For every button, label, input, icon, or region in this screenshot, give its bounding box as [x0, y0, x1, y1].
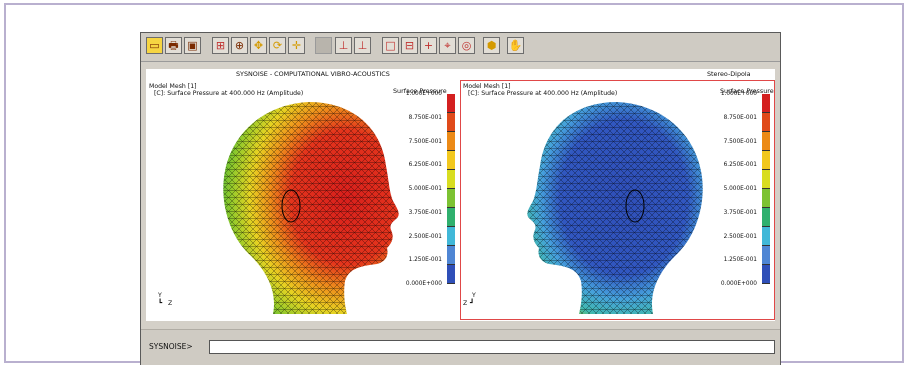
app-title: SYSNOISE - COMPUTATIONAL VIBRO-ACOUSTICS — [236, 70, 390, 78]
legend-ticks-left: 1.000E+000 8.750E-001 7.500E-001 6.250E-001… — [398, 90, 448, 290]
nodes-icon[interactable]: ◎ — [458, 37, 475, 54]
legend-swatch-right — [762, 189, 770, 208]
legend-tick-right: 8.750E-001 — [723, 114, 757, 121]
legend-swatch-right — [762, 132, 770, 151]
frame-icon[interactable]: □ — [382, 37, 399, 54]
legend-swatch-left — [447, 265, 455, 284]
legend-swatch-left — [447, 94, 455, 113]
axis-y-right: Y — [472, 292, 476, 299]
grid-icon[interactable]: ⊟ — [401, 37, 418, 54]
legend-tick-left: 1.000E+000 — [405, 91, 442, 97]
legend-tick-left: 7.500E-001 — [408, 138, 442, 145]
legend-swatch-right — [762, 170, 770, 189]
separator-icon[interactable] — [315, 37, 332, 54]
model-name-label: Stereo-Dipola — [707, 70, 751, 78]
legend-swatch-left — [447, 208, 455, 227]
axis-mark-right: ┛ — [470, 299, 475, 307]
hand-icon[interactable]: ✋ — [507, 37, 524, 54]
axis-icon[interactable]: ⊥ — [335, 37, 352, 54]
color-legend-right — [762, 94, 770, 284]
zoom-region-icon[interactable]: ⊞ — [212, 37, 229, 54]
command-bar: SYSNOISE> — [141, 329, 780, 365]
legend-tick-right: 2.500E-001 — [723, 233, 757, 240]
plus-icon[interactable]: + — [420, 37, 437, 54]
legend-swatch-right — [762, 265, 770, 284]
axis-y-left: Y — [158, 292, 162, 299]
legend-tick-left: 5.000E-001 — [408, 186, 442, 192]
legend-ticks-right: 1.000E+000 8.750E-001 7.500E-001 6.250E-001… — [713, 90, 763, 290]
legend-swatch-left — [447, 151, 455, 170]
model-mesh-label-left: Model Mesh [1] — [149, 83, 197, 90]
select-icon[interactable]: ▭ — [146, 37, 163, 54]
zoom-icon[interactable]: ⊕ — [231, 37, 248, 54]
axis-alt-icon[interactable]: ⊥ — [354, 37, 371, 54]
axis-mark-left: ┗ — [158, 299, 163, 307]
command-prompt: SYSNOISE> — [149, 342, 193, 351]
toolbar: ▭ 🖶 ▣ ⊞ ⊕ ✥ ⟳ ✛ ⊥ ⊥ □ ⊟ + ⌖ ◎ ⬢ ✋ — [141, 33, 780, 62]
model-mesh-label-right: Model Mesh [1] — [463, 83, 511, 90]
legend-tick-left: 6.250E-001 — [408, 162, 442, 169]
pan-icon[interactable]: ✥ — [250, 37, 267, 54]
legend-swatch-right — [762, 227, 770, 246]
legend-tick-right: 3.750E-001 — [723, 209, 757, 216]
app-window: ▭ 🖶 ▣ ⊞ ⊕ ✥ ⟳ ✛ ⊥ ⊥ □ ⊟ + ⌖ ◎ ⬢ ✋ SYSNOISE - COMPUTATION… — [140, 32, 781, 365]
legend-tick-left: 0.000E+000 — [405, 281, 442, 287]
rotate-icon[interactable]: ⟳ — [269, 37, 286, 54]
legend-tick-right: 6.250E-001 — [723, 162, 757, 169]
legend-swatch-left — [447, 189, 455, 208]
legend-swatch-left — [447, 246, 455, 265]
center-icon[interactable]: ✛ — [288, 37, 305, 54]
color-legend-left — [447, 94, 455, 284]
legend-swatch-right — [762, 94, 770, 113]
head-mesh-left — [223, 102, 399, 314]
legend-tick-right: 5.000E-001 — [723, 186, 757, 192]
legend-swatch-left — [447, 227, 455, 246]
legend-tick-left: 1.250E-001 — [408, 257, 442, 264]
legend-tick-left: 2.500E-001 — [408, 233, 442, 240]
legend-tick-right: 1.000E+000 — [720, 91, 757, 97]
legend-tick-left: 8.750E-001 — [408, 114, 442, 121]
legend-tick-left: 3.750E-001 — [408, 209, 442, 216]
legend-tick-right: 1.250E-001 — [723, 257, 757, 264]
legend-swatch-right — [762, 246, 770, 265]
legend-swatch-left — [447, 132, 455, 151]
legend-swatch-right — [762, 151, 770, 170]
legend-swatch-left — [447, 170, 455, 189]
legend-swatch-right — [762, 113, 770, 132]
axis-z-right: Z — [463, 300, 468, 307]
axis-z-left: Z — [168, 300, 173, 307]
cursor-icon[interactable]: ⌖ — [439, 37, 456, 54]
command-input[interactable] — [209, 340, 775, 354]
legend-swatch-left — [447, 113, 455, 132]
head-mesh-right — [527, 102, 703, 314]
print-icon[interactable]: 🖶 — [165, 37, 182, 54]
copy-icon[interactable]: ▣ — [184, 37, 201, 54]
legend-tick-right: 0.000E+000 — [720, 281, 757, 287]
graphics-canvas[interactable]: SYSNOISE - COMPUTATIONAL VIBRO-ACOUSTICS… — [146, 69, 775, 321]
render-icon[interactable]: ⬢ — [483, 37, 500, 54]
legend-swatch-right — [762, 208, 770, 227]
legend-tick-right: 7.500E-001 — [723, 138, 757, 145]
